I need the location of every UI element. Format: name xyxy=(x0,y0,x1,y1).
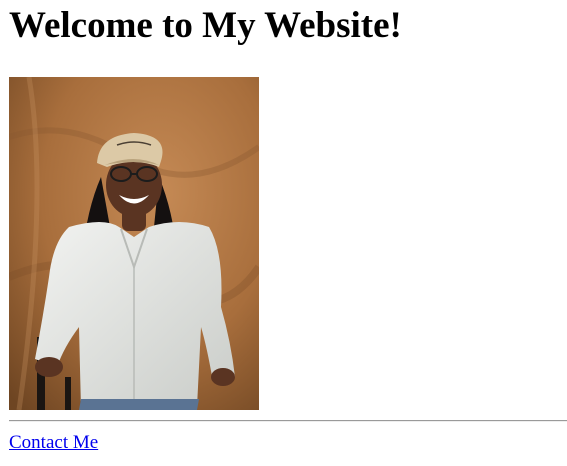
profile-photo xyxy=(9,77,259,410)
page-title: Welcome to My Website! xyxy=(9,5,402,46)
divider xyxy=(9,420,567,422)
contact-me-link[interactable]: Contact Me xyxy=(9,432,98,454)
jeans xyxy=(79,399,199,410)
